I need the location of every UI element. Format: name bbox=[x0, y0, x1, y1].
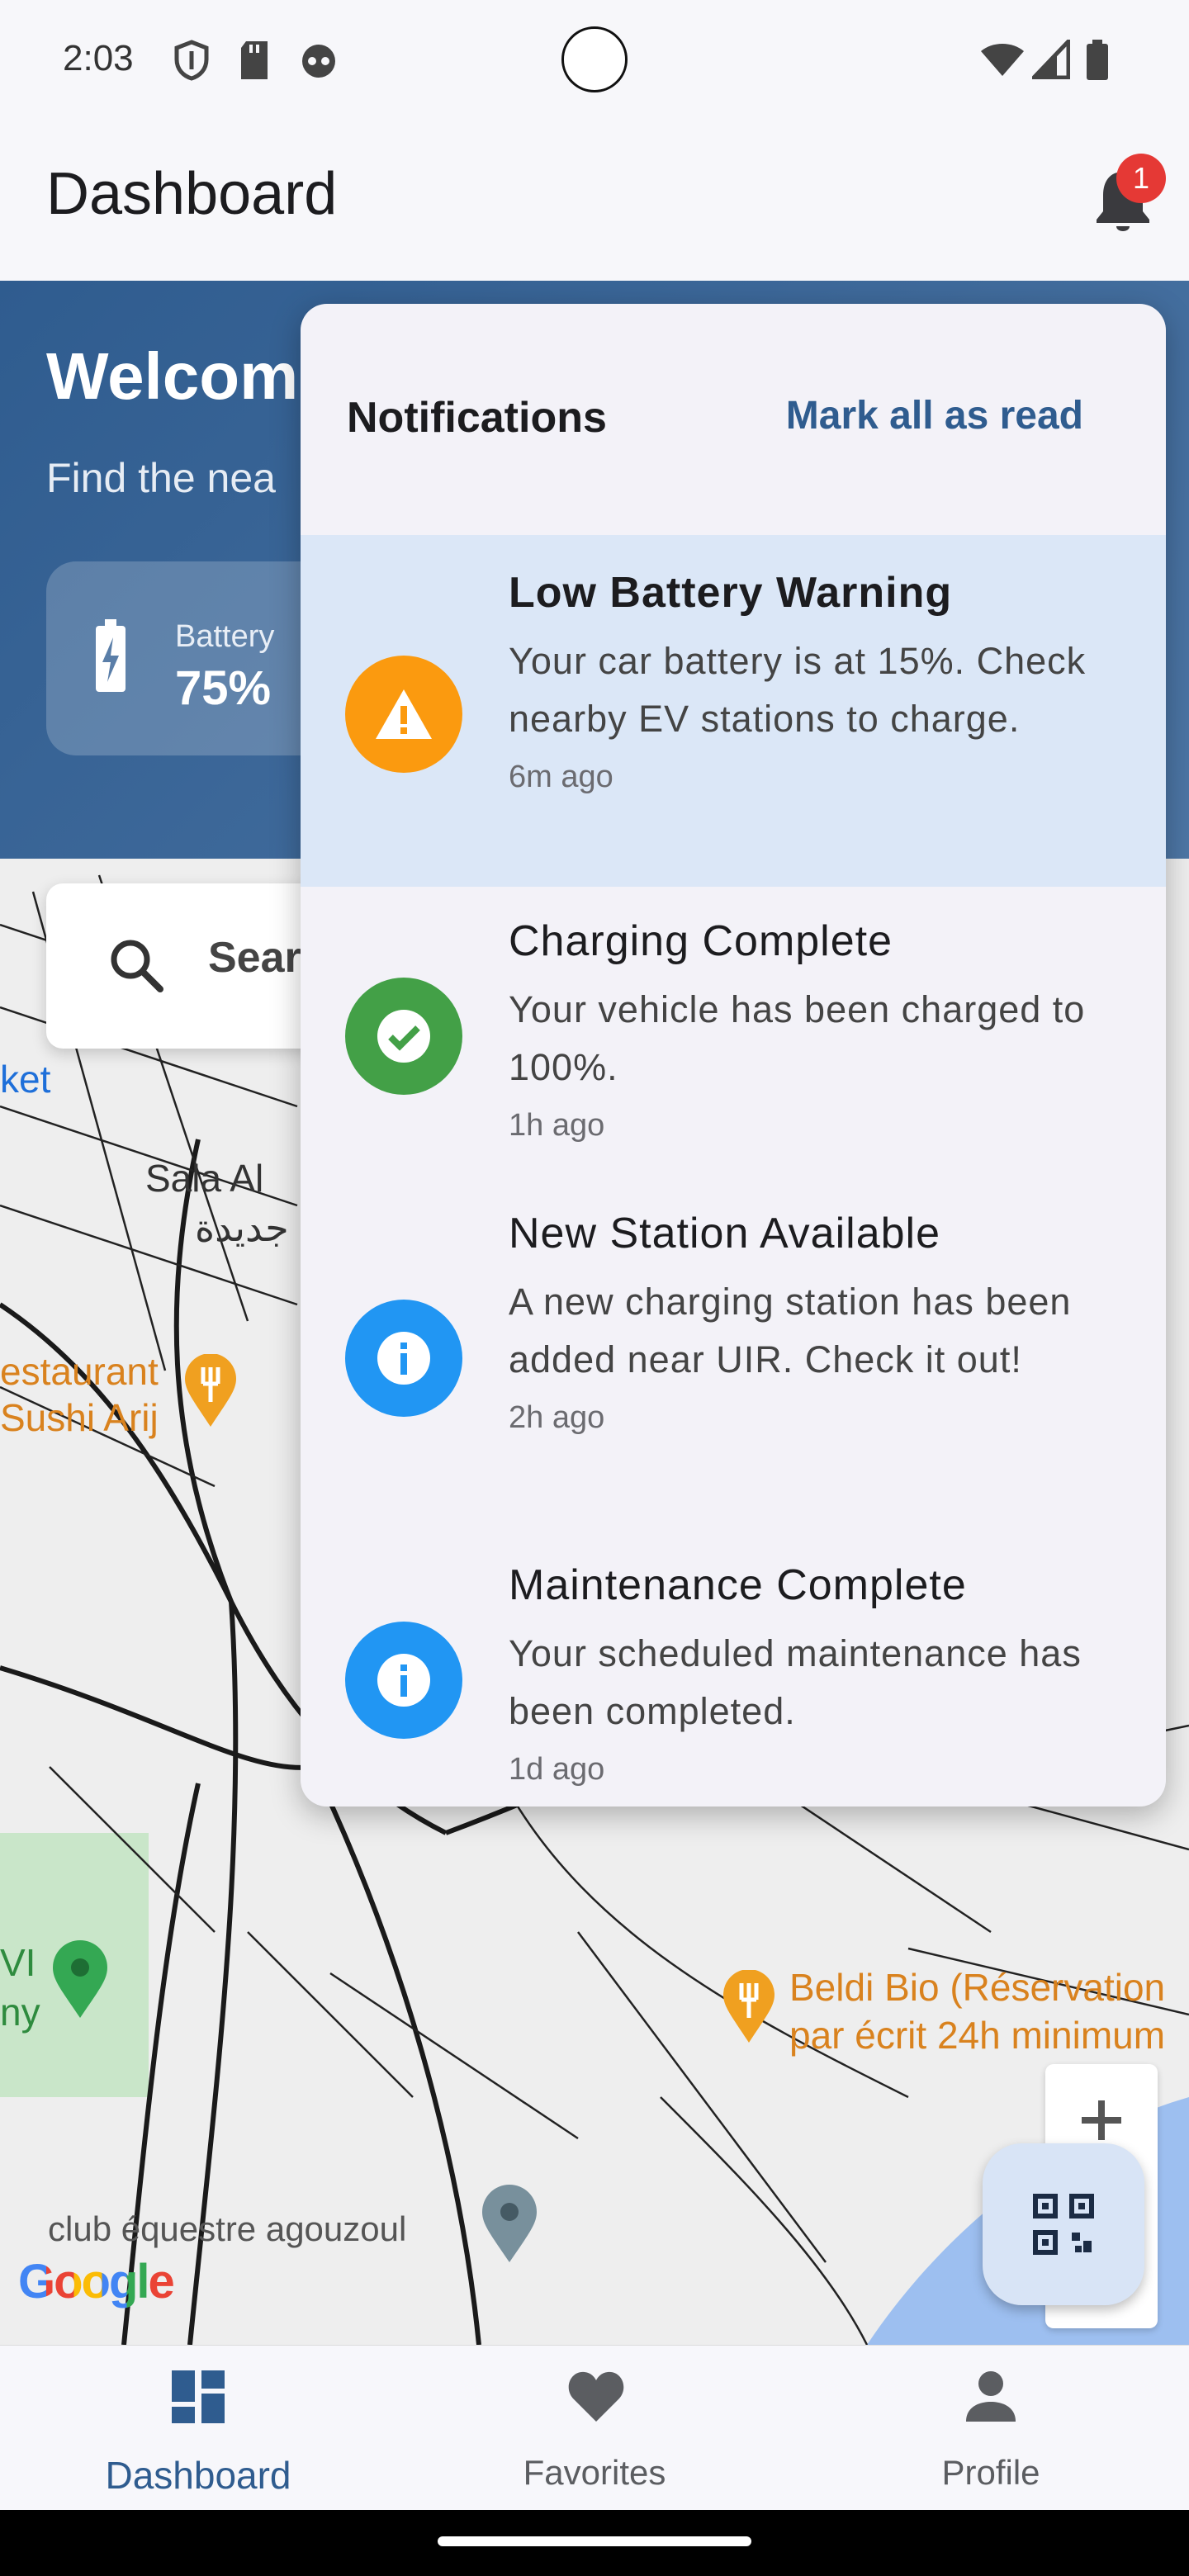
notification-item[interactable]: New Station Available A new charging sta… bbox=[301, 1179, 1166, 1529]
notification-icon bbox=[345, 1300, 462, 1417]
notification-time: 2h ago bbox=[509, 1400, 605, 1435]
person-icon bbox=[966, 2371, 1016, 2422]
mark-all-read-button[interactable]: Mark all as read bbox=[786, 393, 1083, 438]
welcome-title: Welcom bbox=[46, 339, 299, 413]
notification-title: Low Battery Warning bbox=[509, 569, 953, 617]
notification-time: 1d ago bbox=[509, 1752, 605, 1787]
battery-charging-icon bbox=[96, 619, 126, 692]
map-label-sushi: Sushi Arij bbox=[0, 1396, 159, 1439]
notifications-header: Notifications Mark all as read bbox=[301, 304, 1166, 535]
notification-message: Your car battery is at 15%. Check nearby… bbox=[509, 640, 1087, 740]
nav-label: Dashboard bbox=[105, 2454, 291, 2497]
heart-icon bbox=[568, 2371, 624, 2422]
signal-icon bbox=[1032, 40, 1070, 79]
notification-item[interactable]: Maintenance Complete Your scheduled main… bbox=[301, 1529, 1166, 1807]
robot-icon bbox=[302, 45, 335, 78]
map-label-market: ket bbox=[0, 1058, 51, 1101]
notification-badge: 1 bbox=[1116, 154, 1166, 203]
sd-card-icon bbox=[241, 41, 268, 79]
notification-title: New Station Available bbox=[509, 1210, 941, 1257]
notification-item[interactable]: Low Battery Warning Your car battery is … bbox=[301, 535, 1166, 887]
info-icon bbox=[377, 1654, 430, 1707]
notification-time: 6m ago bbox=[509, 760, 613, 794]
notification-icon bbox=[345, 656, 462, 773]
home-indicator[interactable] bbox=[438, 2536, 751, 2546]
map-label-ny: ny bbox=[0, 1991, 40, 2034]
search-icon bbox=[111, 940, 163, 992]
notifications-panel: Notifications Mark all as read Low Batte… bbox=[301, 304, 1166, 1807]
gesture-bar bbox=[0, 2510, 1189, 2576]
notification-title: Charging Complete bbox=[509, 917, 893, 965]
battery-value: 75% bbox=[175, 661, 272, 715]
shield-icon bbox=[174, 40, 209, 81]
qr-code-icon bbox=[1033, 2194, 1094, 2255]
check-circle-icon bbox=[377, 1010, 430, 1063]
notification-content: Low Battery Warning Your car battery is … bbox=[509, 568, 1120, 795]
map-label-sala: Sala Al bbox=[145, 1157, 264, 1200]
notification-icon bbox=[345, 978, 462, 1095]
notification-message: A new charging station has been added ne… bbox=[509, 1281, 1072, 1380]
nav-item-dashboard[interactable]: Dashboard bbox=[0, 2346, 396, 2511]
page-title: Dashboard bbox=[46, 161, 338, 227]
map-label-arabic: جديدة bbox=[195, 1206, 289, 1249]
notification-icon bbox=[345, 1622, 462, 1739]
qr-scan-button[interactable] bbox=[983, 2143, 1144, 2305]
notification-time: 1h ago bbox=[509, 1108, 605, 1143]
map-label-club: club équestre agouzoul bbox=[48, 2209, 407, 2248]
notification-message: Your vehicle has been charged to 100%. bbox=[509, 988, 1086, 1088]
info-icon bbox=[377, 1332, 430, 1385]
plus-icon[interactable] bbox=[1075, 2094, 1128, 2147]
notification-content: Charging Complete Your vehicle has been … bbox=[509, 916, 1120, 1144]
status-bar: 2:03 bbox=[0, 0, 1189, 124]
nav-label: Favorites bbox=[523, 2453, 666, 2492]
wifi-icon bbox=[981, 44, 1024, 76]
notification-title: Maintenance Complete bbox=[509, 1561, 967, 1609]
restaurant-pin-icon[interactable] bbox=[722, 1970, 776, 2044]
location-pin-icon[interactable] bbox=[51, 1940, 109, 2020]
notification-message: Your scheduled maintenance has been comp… bbox=[509, 1632, 1082, 1732]
map-label-beldi: Beldi Bio (Réservation bbox=[789, 1966, 1166, 2009]
notification-content: New Station Available A new charging sta… bbox=[509, 1209, 1120, 1436]
map-label-beldi-2: par écrit 24h minimum bbox=[789, 2014, 1166, 2057]
google-logo: Google bbox=[18, 2255, 175, 2308]
map-label-vi: VI bbox=[0, 1941, 36, 1984]
battery-label: Battery bbox=[175, 619, 275, 654]
search-placeholder: Sear bbox=[208, 934, 301, 982]
nav-label: Profile bbox=[941, 2453, 1040, 2492]
restaurant-pin-icon[interactable] bbox=[183, 1354, 238, 1428]
warning-icon bbox=[376, 689, 432, 739]
dashboard-icon bbox=[172, 2370, 225, 2423]
app-bar: Dashboard 1 bbox=[0, 124, 1189, 281]
nav-item-profile[interactable]: Profile bbox=[793, 2346, 1189, 2511]
map-label-restaurant: estaurant bbox=[0, 1350, 159, 1393]
nav-item-favorites[interactable]: Favorites bbox=[396, 2346, 793, 2511]
welcome-subtitle: Find the nea bbox=[46, 455, 276, 501]
battery-status-icon bbox=[1087, 40, 1108, 80]
camera-cutout bbox=[561, 26, 628, 92]
notification-content: Maintenance Complete Your scheduled main… bbox=[509, 1560, 1120, 1788]
location-pin-icon[interactable] bbox=[481, 2185, 538, 2264]
status-time: 2:03 bbox=[63, 38, 134, 78]
notification-item[interactable]: Charging Complete Your vehicle has been … bbox=[301, 887, 1166, 1179]
bottom-navigation: Dashboard Favorites Profile bbox=[0, 2345, 1189, 2510]
notifications-title: Notifications bbox=[347, 394, 607, 442]
